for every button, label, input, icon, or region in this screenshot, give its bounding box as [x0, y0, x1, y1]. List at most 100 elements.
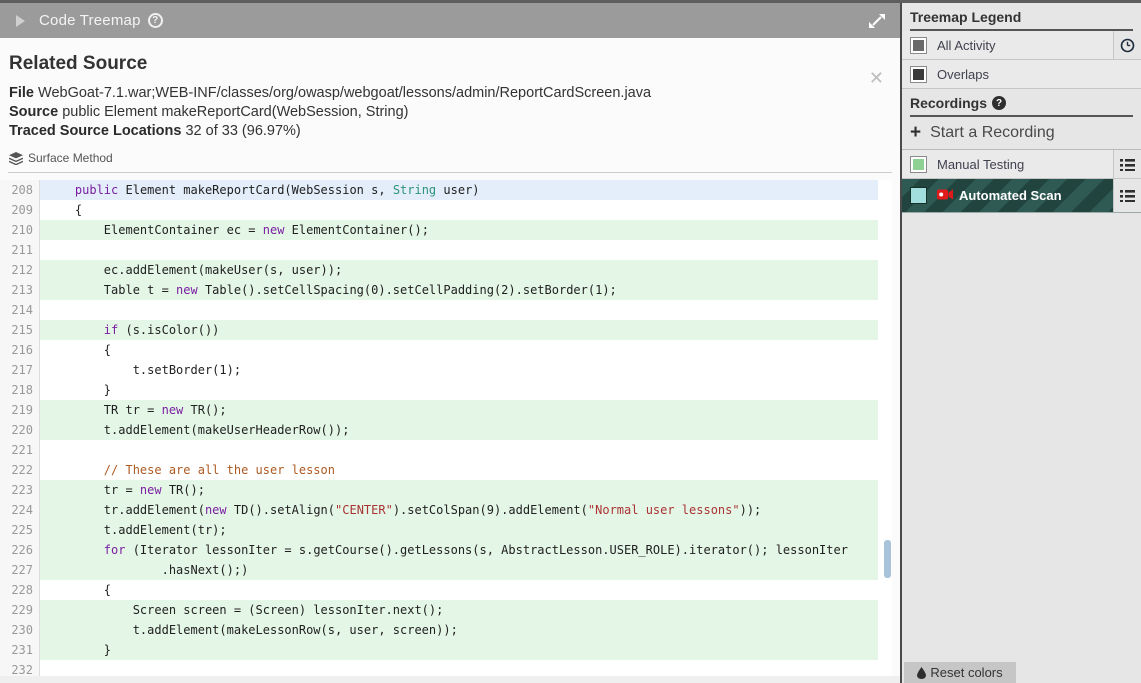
- code-text: for (Iterator lessonIter = s.getCourse()…: [40, 540, 878, 560]
- source-metadata: File WebGoat-7.1.war;WEB-INF/classes/org…: [9, 84, 651, 141]
- list-menu-icon[interactable]: [1120, 189, 1135, 202]
- droplet-icon: [917, 666, 927, 679]
- code-line: 219 TR tr = new TR();: [0, 400, 892, 420]
- line-number: 225: [0, 520, 40, 540]
- code-line: 225 t.addElement(tr);: [0, 520, 892, 540]
- widget-title: Code Treemap: [39, 12, 141, 29]
- line-number: 224: [0, 500, 40, 520]
- recordings-header: Recordings ?: [910, 95, 1133, 117]
- line-number: 231: [0, 640, 40, 660]
- code-line: 210 ElementContainer ec = new ElementCon…: [0, 220, 892, 240]
- code-text: Table t = new Table().setCellSpacing(0).…: [40, 280, 878, 300]
- layers-icon: [9, 151, 23, 165]
- line-number: 215: [0, 320, 40, 340]
- code-text: ElementContainer ec = new ElementContain…: [40, 220, 878, 240]
- legend-item-overlaps[interactable]: Overlaps: [902, 60, 1141, 89]
- line-number: 213: [0, 280, 40, 300]
- code-line: 208 public Element makeReportCard(WebSes…: [0, 180, 892, 200]
- recording-item-automated-scan[interactable]: Automated Scan: [902, 179, 1141, 213]
- traced-value: 32 of 33 (96.97%): [185, 123, 301, 139]
- code-line: 223 tr = new TR();: [0, 480, 892, 500]
- treemap-sidebar: Treemap Legend All Activity Overlaps Reco…: [900, 0, 1141, 683]
- code-line: 230 t.addElement(makeLessonRow(s, user, …: [0, 620, 892, 640]
- code-text: TR tr = new TR();: [40, 400, 878, 420]
- line-number: 228: [0, 580, 40, 600]
- code-line: 229 Screen screen = (Screen) lessonIter.…: [0, 600, 892, 620]
- legend-item-main: Overlaps: [902, 60, 1141, 88]
- code-text: }: [46, 383, 112, 397]
- line-number: 217: [0, 360, 40, 380]
- recordings-help-icon[interactable]: ?: [992, 96, 1007, 110]
- recording-menu-cell[interactable]: [1113, 179, 1141, 212]
- line-number: 227: [0, 560, 40, 580]
- legend-item-all-activity[interactable]: All Activity: [902, 31, 1141, 60]
- code-line: 212 ec.addElement(makeUser(s, user));: [0, 260, 892, 280]
- code-line: 218 }: [0, 380, 892, 400]
- collapse-triangle-icon[interactable]: [16, 14, 25, 27]
- time-filter-cell[interactable]: [1113, 31, 1141, 59]
- start-recording-button[interactable]: + Start a Recording: [902, 117, 1141, 150]
- color-swatch[interactable]: [910, 155, 927, 173]
- code-text: t.setBorder(1);: [46, 363, 242, 377]
- source-value: public Element makeReportCard(WebSession…: [62, 104, 409, 120]
- line-number: 211: [0, 240, 40, 260]
- code-text: // These are all the user lesson: [46, 463, 335, 477]
- code-text: {: [46, 343, 112, 357]
- divider: [8, 172, 892, 173]
- code-text: t.addElement(makeUserHeaderRow());: [40, 420, 878, 440]
- code-line: 215 if (s.isColor()): [0, 320, 892, 340]
- panel-footer-strip: [0, 676, 900, 683]
- help-icon[interactable]: ?: [147, 13, 163, 28]
- reset-colors-label: Reset colors: [930, 665, 1003, 680]
- list-menu-icon[interactable]: [1120, 158, 1135, 171]
- clock-icon[interactable]: [1120, 38, 1135, 53]
- recording-item-main[interactable]: Manual Testing: [902, 150, 1113, 178]
- code-line: 216 {: [0, 340, 892, 360]
- line-number: 209: [0, 200, 40, 220]
- line-number: 230: [0, 620, 40, 640]
- line-number: 223: [0, 480, 40, 500]
- legend-title: Treemap Legend: [910, 9, 1022, 25]
- line-number: 229: [0, 600, 40, 620]
- color-swatch[interactable]: [910, 65, 927, 83]
- plus-icon: +: [910, 122, 922, 143]
- reset-colors-button[interactable]: Reset colors: [904, 662, 1016, 683]
- legend-item-label: All Activity: [937, 37, 996, 53]
- code-viewer: 208 public Element makeReportCard(WebSes…: [0, 180, 892, 676]
- line-number: 208: [0, 180, 40, 200]
- color-swatch[interactable]: [910, 36, 927, 54]
- surface-method-label: Surface Method: [28, 151, 113, 165]
- line-number: 222: [0, 460, 40, 480]
- file-line: File WebGoat-7.1.war;WEB-INF/classes/org…: [9, 84, 651, 103]
- line-number: 232: [0, 660, 40, 676]
- code-line: 214: [0, 300, 892, 320]
- recordings-list: Manual Testing Automated Scan: [902, 150, 1141, 213]
- code-line: 224 tr.addElement(new TD().setAlign("CEN…: [0, 500, 892, 520]
- widget-header: Code Treemap ?: [0, 3, 900, 38]
- code-text: if (s.isColor()): [40, 320, 878, 340]
- close-icon[interactable]: ✕: [869, 69, 884, 87]
- surface-method-badge: Surface Method: [9, 151, 113, 165]
- recording-menu-cell[interactable]: [1113, 150, 1141, 178]
- expand-icon[interactable]: [868, 12, 886, 30]
- source-line: Source public Element makeReportCard(Web…: [9, 103, 651, 122]
- recording-item-main[interactable]: Automated Scan: [902, 179, 1113, 212]
- panel-title: Related Source: [9, 53, 148, 74]
- line-number: 212: [0, 260, 40, 280]
- code-line: 213 Table t = new Table().setCellSpacing…: [0, 280, 892, 300]
- color-swatch[interactable]: [910, 187, 927, 204]
- recording-item-manual-testing[interactable]: Manual Testing: [902, 150, 1141, 179]
- top-border: [0, 0, 1141, 3]
- line-number: 226: [0, 540, 40, 560]
- legend-item-label: Overlaps: [937, 66, 990, 82]
- file-label: File: [9, 85, 34, 101]
- line-number: 216: [0, 340, 40, 360]
- code-line: 222 // These are all the user lesson: [0, 460, 892, 480]
- traced-line: Traced Source Locations 32 of 33 (96.97%…: [9, 122, 651, 141]
- line-number: 218: [0, 380, 40, 400]
- scrollbar-thumb[interactable]: [884, 540, 891, 578]
- code-line: 231 }: [0, 640, 892, 660]
- code-line: 221: [0, 440, 892, 460]
